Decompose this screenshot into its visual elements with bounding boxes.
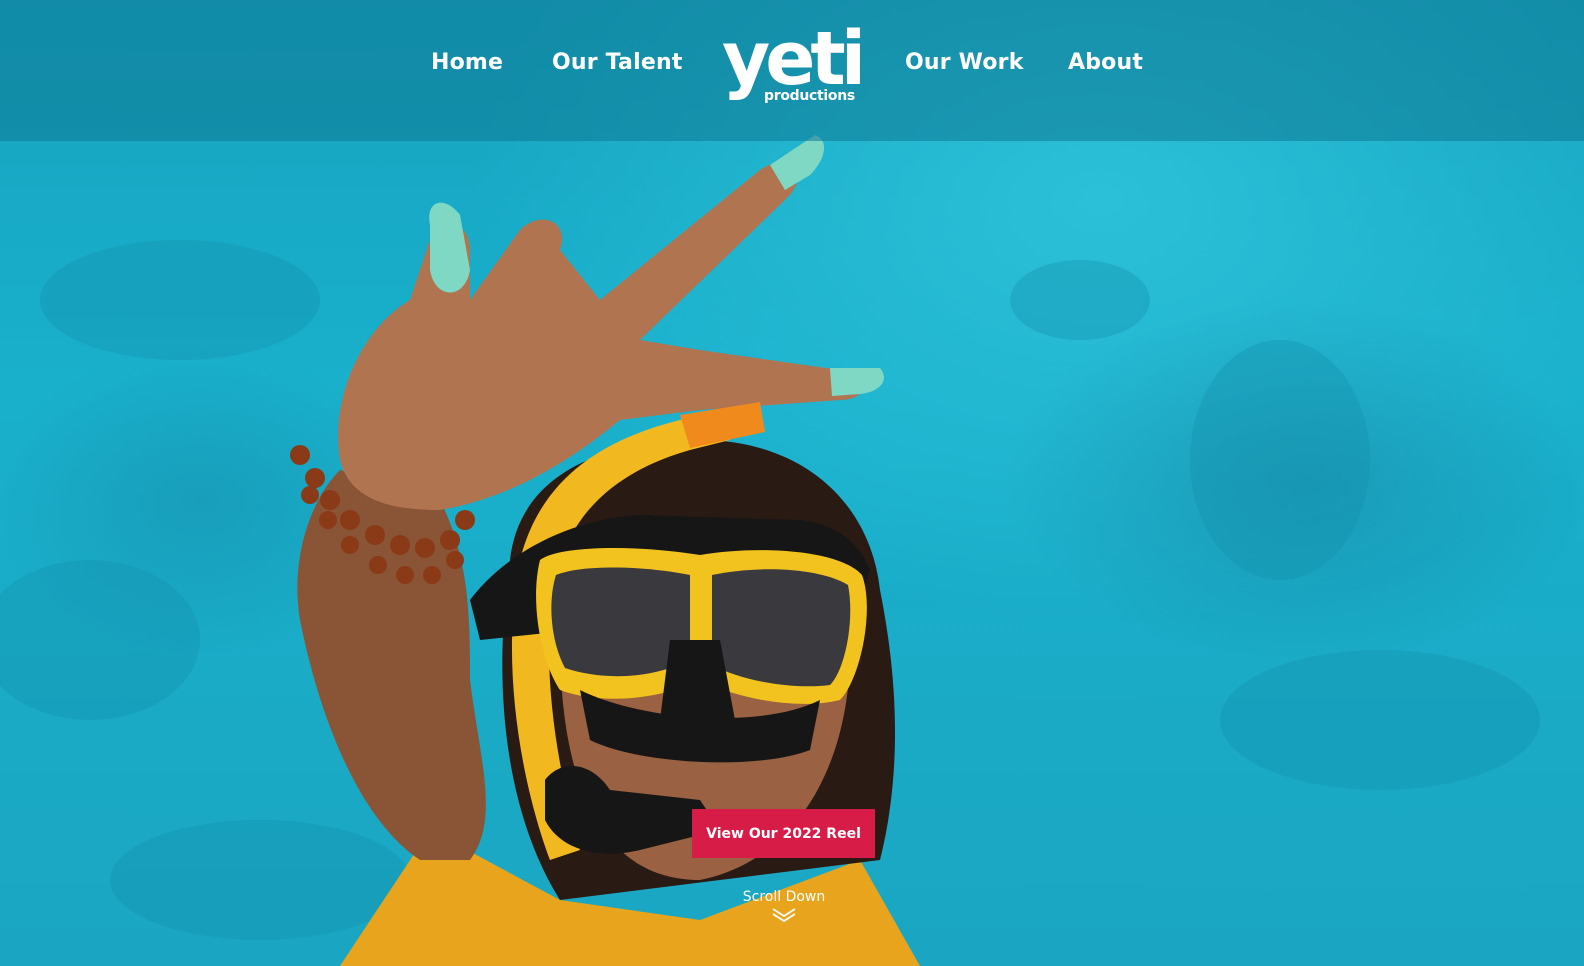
page: Home Our Talent yeti productions Our Wor… [0,0,1584,966]
logo-wordmark: yeti [722,16,866,102]
double-chevron-down-icon [772,908,796,923]
site-header: Home Our Talent yeti productions Our Wor… [0,0,1584,141]
nav-our-talent-link[interactable]: Our Talent [552,50,683,75]
scroll-down-label: Scroll Down [742,889,826,905]
view-reel-button[interactable]: View Our 2022 Reel [692,809,875,858]
nav-our-work-link[interactable]: Our Work [905,50,1024,75]
yeti-productions-logo[interactable]: yeti productions [722,22,866,114]
scroll-down-link[interactable]: Scroll Down [724,889,844,923]
logo-subtitle: productions [764,88,855,104]
nav-home-link[interactable]: Home [431,50,503,75]
nav-about-link[interactable]: About [1068,50,1143,75]
